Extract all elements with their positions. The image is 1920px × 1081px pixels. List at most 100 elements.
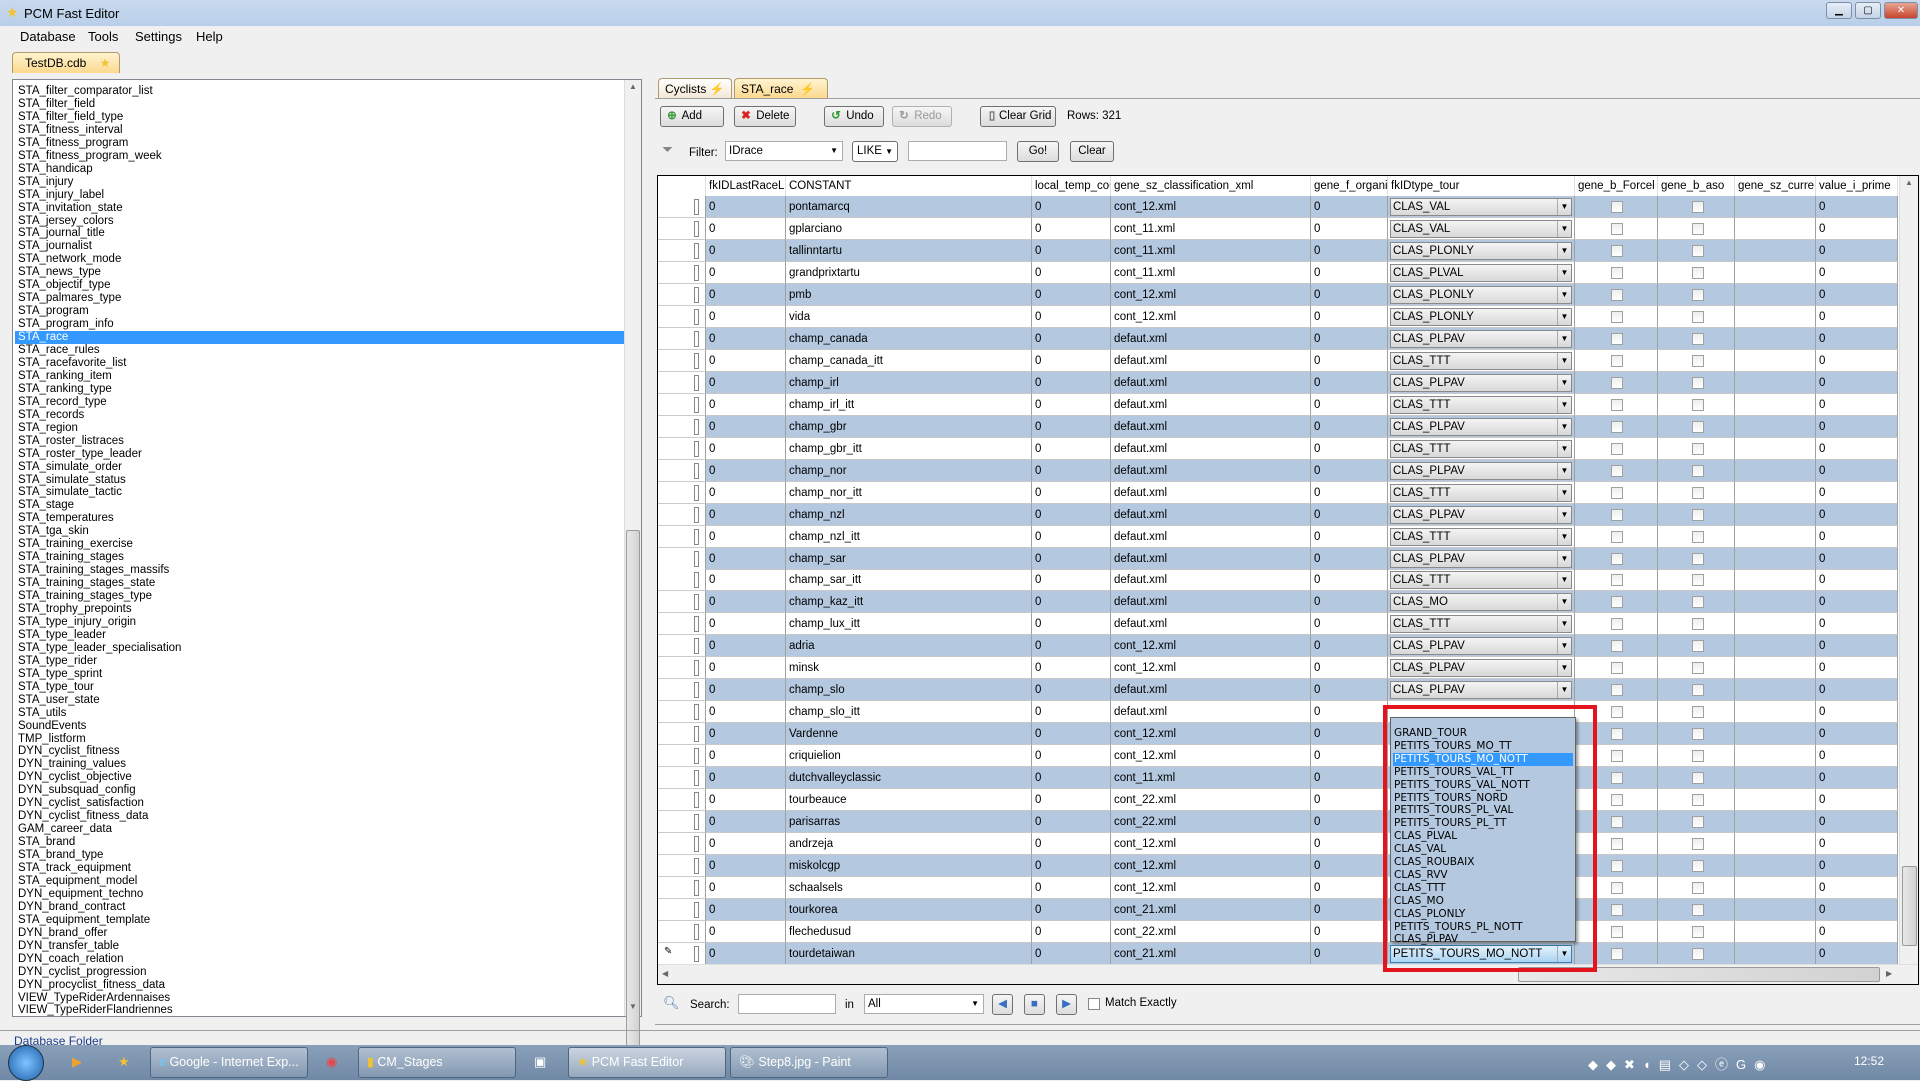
- grid-cell[interactable]: 0: [1032, 525, 1111, 548]
- grid-cell[interactable]: 0: [1032, 437, 1111, 460]
- grid-cell[interactable]: [1575, 569, 1658, 592]
- column-header[interactable]: CONSTANT: [786, 176, 1032, 196]
- grid-cell[interactable]: 0: [1311, 921, 1388, 943]
- checkbox[interactable]: [1692, 728, 1704, 741]
- grid-cell[interactable]: 0: [1032, 833, 1111, 856]
- grid-cell[interactable]: 0: [1311, 459, 1388, 482]
- grid-cell[interactable]: defaut.xml: [1111, 437, 1311, 460]
- chevron-down-icon[interactable]: ▼: [1557, 440, 1571, 457]
- grid-cell[interactable]: 0: [1032, 855, 1111, 878]
- grid-cell[interactable]: [1658, 635, 1735, 658]
- chevron-down-icon[interactable]: ▼: [1557, 220, 1571, 237]
- grid-cell[interactable]: 0: [1816, 217, 1898, 240]
- table-list-item[interactable]: STA_type_tour: [17, 681, 622, 694]
- grid-cell[interactable]: cont_11.xml: [1111, 217, 1311, 240]
- table-list-item[interactable]: STA_fitness_interval: [17, 124, 622, 137]
- grid-cell[interactable]: 0: [1816, 833, 1898, 856]
- table-list-item[interactable]: STA_injury_label: [17, 189, 622, 202]
- grid-cell[interactable]: 0: [1816, 547, 1898, 570]
- column-header[interactable]: fkIDtype_tour: [1388, 176, 1575, 196]
- grid-cell[interactable]: 0: [706, 371, 786, 394]
- checkbox[interactable]: [1692, 640, 1704, 653]
- grid-cell[interactable]: 0: [1311, 723, 1388, 746]
- table-list-item[interactable]: STA_stage: [17, 499, 622, 512]
- grid-cell[interactable]: [1735, 833, 1816, 856]
- row-header[interactable]: [658, 877, 706, 900]
- grid-cell[interactable]: 0: [1816, 921, 1898, 943]
- chevron-down-icon[interactable]: ▼: [1557, 352, 1571, 369]
- grid-cell[interactable]: 0: [706, 679, 786, 702]
- checkbox[interactable]: [1611, 706, 1623, 719]
- checkbox[interactable]: [1692, 860, 1704, 873]
- table-list-item[interactable]: STA_type_rider: [17, 655, 622, 668]
- grid-cell[interactable]: 0: [1032, 327, 1111, 350]
- grid-cell[interactable]: 0: [706, 349, 786, 372]
- chevron-down-icon[interactable]: ▼: [1557, 594, 1571, 611]
- grid-cell[interactable]: defaut.xml: [1111, 327, 1311, 350]
- table-list-item[interactable]: DYN_cyclist_satisfaction: [17, 797, 622, 810]
- row-header[interactable]: [658, 899, 706, 922]
- checkbox[interactable]: [1692, 464, 1704, 477]
- table-row[interactable]: 0 tourkorea 0 cont_21.xml 0 0: [658, 899, 1898, 922]
- type-tour-combobox[interactable]: CLAS_PLPAV ▼: [1390, 637, 1572, 656]
- checkbox[interactable]: [1611, 816, 1623, 829]
- grid-cell[interactable]: 0: [1032, 723, 1111, 746]
- grid-cell[interactable]: [1735, 789, 1816, 812]
- table-list-item[interactable]: STA_news_type: [17, 266, 622, 279]
- type-tour-combobox[interactable]: CLAS_PLONLY ▼: [1390, 307, 1572, 326]
- table-list-item[interactable]: STA_invitation_state: [17, 202, 622, 215]
- table-row[interactable]: 0 miskolcgp 0 cont_12.xml 0 0: [658, 855, 1898, 878]
- table-row[interactable]: 0 champ_lux_itt 0 defaut.xml 0 CLAS_TTT ▼ 0: [658, 613, 1898, 636]
- row-header[interactable]: [658, 261, 706, 284]
- table-list-item[interactable]: STA_race: [15, 331, 624, 345]
- table-row[interactable]: 0 criquielion 0 cont_12.xml 0 0: [658, 745, 1898, 768]
- grid-cell[interactable]: [1658, 503, 1735, 526]
- grid-cell[interactable]: champ_gbr_itt: [786, 437, 1032, 460]
- checkbox[interactable]: [1692, 750, 1704, 763]
- grid-cell[interactable]: tourkorea: [786, 899, 1032, 922]
- table-list-item[interactable]: STA_simulate_tactic: [17, 486, 622, 499]
- grid-cell[interactable]: [1735, 503, 1816, 526]
- grid-cell[interactable]: [1658, 415, 1735, 438]
- chevron-down-icon[interactable]: ▼: [1557, 550, 1571, 567]
- chevron-down-icon[interactable]: ▼: [1557, 484, 1571, 501]
- grid-cell[interactable]: [1658, 196, 1735, 218]
- checkbox[interactable]: [1692, 530, 1704, 543]
- grid-cell[interactable]: [1658, 723, 1735, 746]
- grid-cell[interactable]: 0: [706, 569, 786, 592]
- chevron-down-icon[interactable]: ▼: [1557, 418, 1571, 435]
- row-header[interactable]: [658, 481, 706, 504]
- table-list-item[interactable]: STA_type_leader_specialisation: [17, 642, 622, 655]
- row-header[interactable]: [658, 855, 706, 878]
- grid-cell[interactable]: champ_nor_itt: [786, 481, 1032, 504]
- grid-cell[interactable]: CLAS_PLPAV ▼: [1388, 459, 1575, 482]
- table-list-item[interactable]: DYN_cyclist_progression: [17, 966, 622, 979]
- grid-cell[interactable]: 0: [1816, 855, 1898, 878]
- type-tour-combobox[interactable]: CLAS_TTT ▼: [1390, 351, 1572, 370]
- grid-cell[interactable]: [1735, 196, 1816, 218]
- table-list-item[interactable]: STA_simulate_status: [17, 474, 622, 487]
- row-header[interactable]: ✎: [658, 942, 706, 965]
- redo-button[interactable]: ↻ Redo: [892, 106, 952, 127]
- type-tour-combobox[interactable]: CLAS_VAL ▼: [1390, 219, 1572, 238]
- table-row[interactable]: 0 tourbeauce 0 cont_22.xml 0 0: [658, 789, 1898, 812]
- table-list[interactable]: STA_filter_comparator_list STA_filter_fie…: [12, 79, 642, 1017]
- grid-cell[interactable]: 0: [706, 283, 786, 306]
- table-list-item[interactable]: STA_type_leader: [17, 629, 622, 642]
- grid-cell[interactable]: 0: [1311, 569, 1388, 592]
- grid-cell[interactable]: 0: [1816, 327, 1898, 350]
- grid-cell[interactable]: 0: [1816, 459, 1898, 482]
- grid-cell[interactable]: [1658, 349, 1735, 372]
- grid-cell[interactable]: [1658, 789, 1735, 812]
- grid-cell[interactable]: [1735, 217, 1816, 240]
- grid-cell[interactable]: [1735, 327, 1816, 350]
- grid-cell[interactable]: [1658, 371, 1735, 394]
- column-header[interactable]: gene_sz_curre: [1735, 176, 1816, 196]
- grid-cell[interactable]: andrzeja: [786, 833, 1032, 856]
- table-row[interactable]: 0 champ_nor 0 defaut.xml 0 CLAS_PLPAV ▼ 0: [658, 459, 1898, 482]
- table-list-item[interactable]: DYN_cyclist_fitness_data: [17, 810, 622, 823]
- grid-cell[interactable]: 0: [1032, 811, 1111, 834]
- grid-cell[interactable]: [1658, 833, 1735, 856]
- grid-cell[interactable]: [1735, 899, 1816, 922]
- grid-cell[interactable]: [1658, 942, 1735, 965]
